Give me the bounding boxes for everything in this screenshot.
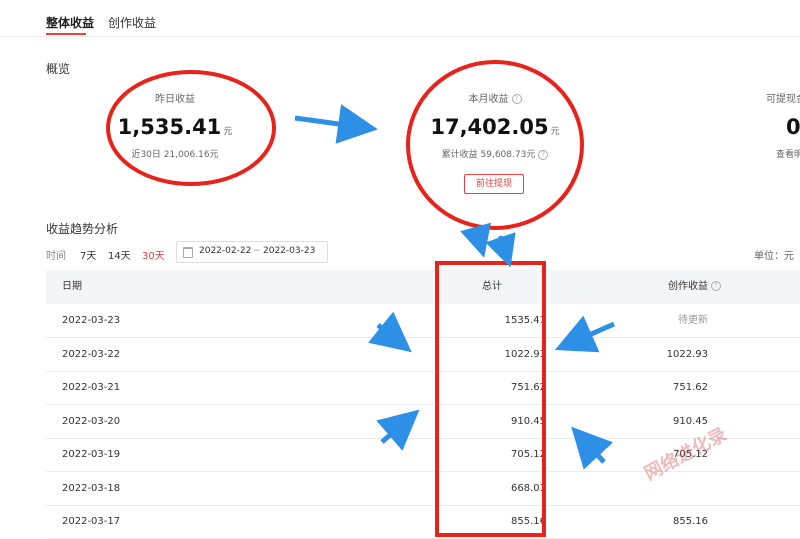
date-range-picker[interactable]: 2022-02-22 ~ 2022-03-23: [176, 241, 328, 263]
row-total: 910.45: [511, 415, 546, 427]
range-14-days[interactable]: 14天: [108, 247, 131, 262]
header-creation: 创作收益: [668, 281, 708, 292]
yesterday-income-value: 1,535.41 元: [110, 115, 240, 139]
withdrawable-value: 0: [786, 115, 800, 139]
time-filter-label: 时间: [46, 251, 66, 262]
row-creation-income: 751.62: [673, 382, 708, 393]
question-circle-icon[interactable]: ?: [511, 94, 522, 104]
tab-overall-income[interactable]: 整体收益: [46, 14, 94, 31]
row-total: 1535.41: [504, 315, 546, 326]
header-total: 总计: [482, 281, 502, 292]
table-row: 2022-03-21 751.62 751.62: [46, 371, 800, 405]
table-header: 日期 总计 创作收益?: [46, 270, 800, 304]
month-income-value: 17,402.05 元: [425, 115, 565, 139]
calendar-icon: [183, 247, 193, 258]
question-circle-icon[interactable]: ?: [538, 149, 549, 160]
row-creation-income: 待更新: [678, 315, 708, 326]
table-row: 2022-03-22 1022.93 1022.93: [46, 338, 800, 372]
active-tab-indicator: [46, 33, 86, 35]
row-creation-income: 1022.93: [666, 348, 708, 360]
question-circle-icon[interactable]: ?: [711, 281, 721, 291]
withdrawable-card: 可提现金 0 查看明: [766, 90, 800, 160]
yesterday-income-card: 昨日收益 1,535.41 元 近30日 21,006.16元: [110, 90, 240, 160]
row-date: 2022-03-21: [62, 382, 121, 393]
unit-label: 单位：元: [754, 251, 794, 262]
date-start: 2022-02-22: [199, 246, 252, 256]
row-total: 751.62: [511, 382, 546, 393]
range-30-days[interactable]: 30天: [142, 247, 165, 262]
row-date: 2022-03-23: [62, 315, 121, 326]
row-total: 1022.93: [504, 348, 546, 360]
row-total: 855.16: [511, 516, 546, 527]
tab-bar: 整体收益 创作收益: [0, 0, 800, 37]
trend-title: 收益趋势分析: [46, 222, 119, 236]
month-income-unit: 元: [550, 127, 560, 137]
month-income-card: 本月收益? 17,402.05 元 累计收益 59,608.73元?: [425, 90, 565, 160]
overview-title: 概览: [46, 62, 71, 76]
total-income-wrap: 累计收益 59,608.73元?: [425, 147, 565, 160]
yesterday-income-label: 昨日收益: [155, 94, 195, 105]
row-total: 668.01: [511, 482, 546, 494]
date-separator: ~: [253, 246, 261, 256]
row-date: 2022-03-17: [62, 516, 121, 527]
row-date: 2022-03-20: [62, 415, 121, 427]
row-date: 2022-03-19: [62, 449, 121, 460]
table-row: 2022-03-17 855.16 855.16: [46, 505, 800, 539]
tab-creation-income[interactable]: 创作收益: [108, 14, 156, 31]
annotation-arrow-icon: [485, 232, 516, 268]
header-date: 日期: [62, 281, 82, 292]
yesterday-income-unit: 元: [223, 127, 233, 137]
row-creation-income: 855.16: [673, 516, 708, 527]
table-row: 2022-03-18 668.01: [46, 472, 800, 506]
view-details-link[interactable]: 查看明: [776, 147, 800, 160]
annotation-arrow-icon: [460, 222, 491, 258]
month-income-label: 本月收益: [468, 94, 509, 105]
month-income-label-wrap: 本月收益?: [425, 90, 565, 105]
date-end: 2022-03-23: [263, 246, 316, 256]
table-row: 2022-03-23 1535.41 待更新: [46, 304, 800, 338]
header-creation-wrap: 创作收益?: [668, 270, 721, 304]
range-7-days[interactable]: 7天: [80, 247, 96, 262]
yesterday-income-amount: 1,535.41: [117, 115, 222, 139]
last-30-days-income: 近30日 21,006.16元: [131, 150, 219, 160]
row-date: 2022-03-22: [62, 348, 121, 360]
row-total: 705.12: [511, 449, 546, 460]
annotation-arrow-icon: [294, 104, 378, 144]
month-income-amount: 17,402.05: [430, 115, 549, 139]
withdrawable-label: 可提现金: [766, 94, 800, 105]
go-withdraw-button[interactable]: 前往提现: [464, 174, 524, 194]
row-creation-income: 910.45: [673, 415, 708, 427]
table-row: 2022-03-20 910.45 910.45: [46, 405, 800, 439]
total-income: 累计收益 59,608.73元: [441, 150, 536, 160]
row-date: 2022-03-18: [62, 482, 121, 494]
